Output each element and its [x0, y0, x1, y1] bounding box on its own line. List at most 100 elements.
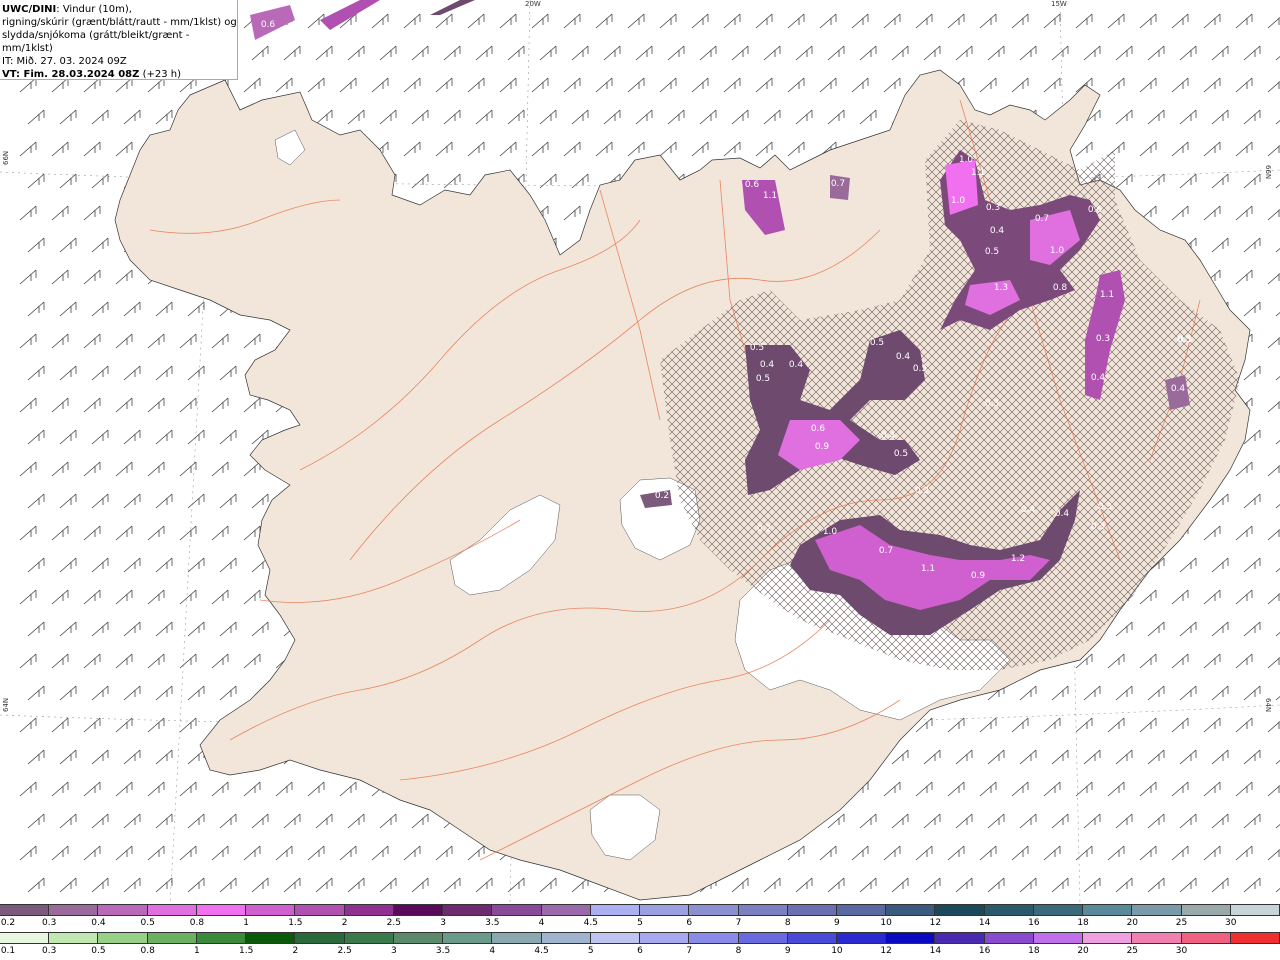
colorbar-swatch — [1033, 933, 1084, 943]
snow-value-label: 0.2 — [915, 486, 929, 496]
snow-value-label: 1.2 — [1011, 554, 1025, 564]
snow-value-label: 0.4 — [1091, 373, 1106, 383]
snow-value-label: 0.2 — [655, 491, 669, 501]
snow-value-label: 1.1 — [921, 564, 935, 574]
snow-value-label: 1.1 — [763, 191, 777, 201]
lon-label-15w: 15W — [1051, 0, 1067, 8]
colorbar-label: 12 — [929, 918, 942, 928]
snow-value-label: 0.8 — [1053, 283, 1068, 293]
colorbar-swatch — [541, 905, 591, 915]
colorbar-label: 0.1 — [0, 946, 16, 956]
colorbar-label: 7 — [735, 918, 742, 928]
snow-value-label: 0.6 — [745, 180, 760, 190]
snow-value-label: 1.0 — [1050, 246, 1065, 256]
colorbar-swatch — [0, 905, 50, 915]
colorbar-label: 12 — [880, 946, 892, 956]
colorbar-swatch — [836, 933, 887, 943]
colorbar-swatch — [738, 905, 788, 915]
colorbar-swatch — [1083, 933, 1133, 943]
snow-value-label: 0.3 — [1091, 522, 1105, 532]
weather-map[interactable]: 0.60.61.10.71.01.11.00.30.40.50.70.61.01… — [0, 0, 1280, 904]
snow-value-label: 0.3 — [1096, 334, 1110, 344]
colorbar-label: 2.5 — [386, 918, 402, 928]
colorbar-swatch — [689, 905, 739, 915]
snow-value-label: 1.0 — [959, 155, 974, 165]
colorbar-label: 2.5 — [337, 946, 352, 956]
colorbar-label: 3.5 — [435, 946, 451, 956]
colorbar-swatch — [98, 933, 148, 943]
colorbar-label: 6 — [637, 946, 643, 956]
snow-value-label: 0.6 — [811, 424, 826, 434]
colorbar-label: 3 — [440, 918, 446, 928]
snow-value-label: 1.1 — [1100, 290, 1114, 300]
colorbar-label: 0.5 — [140, 918, 155, 928]
colorbar-label: 0.5 — [91, 946, 106, 956]
snow-value-label: 0.5 — [894, 449, 908, 459]
colorbar-swatch — [1181, 905, 1231, 915]
colorbar-label: 3 — [390, 946, 397, 956]
colorbar-label: 9 — [784, 946, 791, 956]
snow-value-label: 0.3 — [1098, 502, 1112, 512]
colorbar-label: 4 — [489, 946, 496, 956]
colorbar-label: 3.5 — [485, 918, 500, 928]
colorbar-swatch — [1033, 905, 1084, 915]
snow-value-label: 0.5 — [985, 247, 999, 257]
colorbar-swatch — [443, 933, 493, 943]
colorbar-swatch — [492, 933, 542, 943]
colorbar-label: 16 — [978, 946, 991, 956]
colorbar-label: 5 — [587, 946, 594, 956]
colorbar-swatch — [886, 933, 936, 943]
colorbar-swatch — [787, 905, 837, 915]
snow-value-label: 0.4 — [789, 360, 804, 370]
colorbar-swatch — [738, 933, 788, 943]
snow-value-label: 0.4 — [760, 360, 775, 370]
map-info-box: UWC/DINI: Vindur (10m), rigning/skúrir (… — [0, 0, 238, 80]
colorbar-swatch — [147, 933, 197, 943]
snow-value-label: 0.5 — [913, 364, 927, 374]
lat-label-64n-right: 64N — [1264, 698, 1272, 713]
snow-value-label: 0.7 — [1035, 214, 1049, 224]
colorbar-swatch — [295, 933, 345, 943]
colorbar-swatch — [836, 905, 887, 915]
colorbar-swatch — [984, 905, 1034, 915]
colorbar-swatch — [984, 933, 1034, 943]
colorbar-swatch — [492, 905, 542, 915]
colorbar-label: 9 — [834, 918, 840, 928]
colorbar-label: 0.4 — [91, 918, 106, 928]
colorbar-swatch — [295, 905, 345, 915]
issue-time: IT: Mið. 27. 03. 2024 09Z — [2, 56, 127, 67]
colorbar-label: 6 — [686, 918, 693, 928]
colorbar-swatch — [935, 905, 985, 915]
colorbar-swatch — [640, 905, 690, 915]
colorbar-label: 14 — [929, 946, 942, 956]
snow-colorbar-labels: 0.2 0.3 0.4 0.5 0.8 1 1.5 2 2.5 3 3.5 4 4.5 5 6 7 8 9 10 12… — [0, 918, 1280, 930]
colorbar-label: 7 — [686, 946, 693, 956]
colorbar-swatch — [393, 933, 444, 943]
snow-value-label: 0.5 — [750, 343, 764, 353]
colorbar-label: 30 — [1175, 946, 1188, 956]
colorbar-label: 0.8 — [140, 946, 155, 956]
colorbar-swatch — [1230, 933, 1280, 943]
lat-label-64n-left: 64N — [2, 697, 10, 712]
colorbar-label: 8 — [784, 918, 791, 928]
colorbar-swatch — [541, 933, 591, 943]
colorbar-swatch — [147, 905, 197, 915]
colorbar-label: 1 — [194, 946, 200, 956]
snow-colorbar — [0, 904, 1280, 916]
colorbar-label: 0.8 — [189, 918, 205, 928]
colorbar-label: 1.5 — [288, 918, 303, 928]
colorbar-swatch — [196, 933, 247, 943]
snow-value-label: 0.4 — [990, 226, 1005, 236]
colorbar-swatch — [689, 933, 739, 943]
colorbar-label: 20 — [1126, 918, 1139, 928]
colorbar-label: 1 — [243, 918, 250, 928]
model-name: UWC/DINI — [2, 4, 57, 15]
colorbar-swatch — [886, 905, 936, 915]
colorbar-swatch — [49, 933, 99, 943]
valid-time: VT: Fim. 28.03.2024 08Z — [2, 69, 140, 80]
colorbar-swatch — [640, 933, 690, 943]
colorbar-swatch — [393, 905, 444, 915]
header-line2: rigning/skúrir (grænt/blátt/rautt - mm/1… — [2, 17, 237, 28]
colorbar-label: 2 — [292, 946, 299, 956]
colorbar-label: 18 — [1028, 946, 1040, 956]
